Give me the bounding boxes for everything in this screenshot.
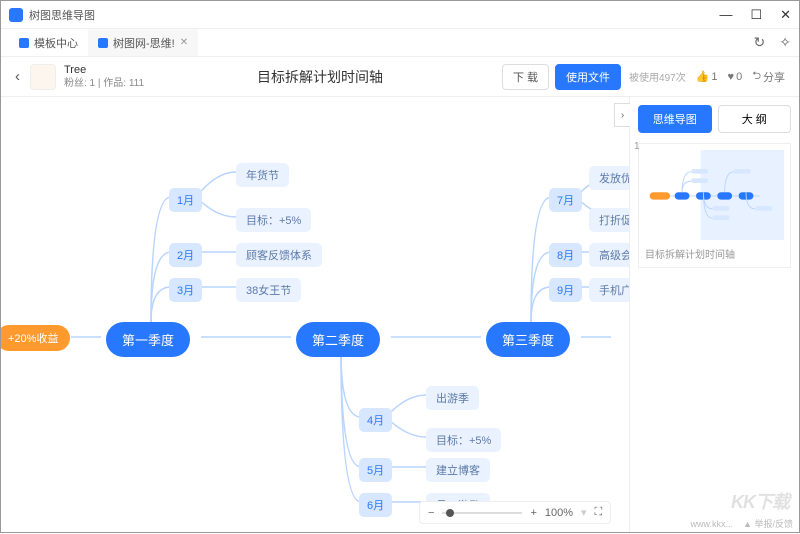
node-i5[interactable]: 建立博客 [426,458,490,482]
share-icon: ⮌ [752,67,761,86]
used-count: 被使用497次 [629,69,686,84]
thumbnail-image [645,150,784,240]
app-title: 树图思维导图 [29,7,95,23]
share-button[interactable]: ⮌分享 [752,67,785,86]
node-m3[interactable]: 3月 [169,278,202,302]
close-icon[interactable]: ✕ [780,7,791,23]
download-button[interactable]: 下 载 [502,64,549,90]
thumb-up-icon: 👍 [696,70,710,83]
avatar[interactable] [30,64,56,90]
minimize-icon[interactable]: — [719,7,732,23]
node-i3[interactable]: 38女王节 [236,278,301,302]
node-i1b[interactable]: 目标：+5% [236,208,311,232]
root-node[interactable]: +20%收益 [1,325,70,351]
thumbnail[interactable]: 目标拆解计划时间轴 [638,143,791,268]
node-m5[interactable]: 5月 [359,458,392,482]
maximize-icon[interactable]: ☐ [750,7,762,23]
node-m1[interactable]: 1月 [169,188,202,212]
zoom-percent: 100% [545,507,573,519]
node-i2[interactable]: 顾客反馈体系 [236,243,322,267]
node-q1[interactable]: 第一季度 [106,322,190,357]
tab-logo-icon [19,38,29,48]
tab-bar: 模板中心 树图网-思维! ✕ ↻ ✧ [1,29,799,57]
refresh-icon[interactable]: ↻ [754,34,766,51]
app-logo-icon [9,8,23,22]
thumbnail-caption: 目标拆解计划时间轴 [645,246,784,261]
node-i9[interactable]: 手机广告投放 [589,278,629,302]
side-panel: › 思维导图 大 纲 1 [629,97,799,532]
node-m9[interactable]: 9月 [549,278,582,302]
like-count: 1 [711,71,717,83]
works-count: 作品: 111 [103,78,144,89]
fans-count: 粉丝: 1 [64,78,95,89]
node-i4a[interactable]: 出游季 [426,386,479,410]
pin-icon[interactable]: ✧ [779,34,791,51]
node-i8[interactable]: 高级会员礼券 [589,243,629,267]
node-i4b[interactable]: 目标：+5% [426,428,501,452]
like-button[interactable]: 👍1 [696,70,718,83]
mindmap-canvas[interactable]: +20%收益 第一季度 第二季度 第三季度 1月 2月 3月 年货节 目标：+5… [1,97,629,532]
fav-count: 0 [736,71,742,83]
node-m4[interactable]: 4月 [359,408,392,432]
watermark: KK下载 [731,488,789,514]
footer-site: www.kkx... [691,519,734,529]
collapse-panel-icon[interactable]: › [614,103,630,127]
zoom-thumb-icon[interactable] [446,509,454,517]
node-i1a[interactable]: 年货节 [236,163,289,187]
node-q3[interactable]: 第三季度 [486,322,570,357]
report-label: 举报/反馈 [754,519,793,529]
node-m6[interactable]: 6月 [359,493,392,517]
tab-template-center[interactable]: 模板中心 [9,29,88,56]
tab-outline[interactable]: 大 纲 [718,105,792,133]
tab-mindmap[interactable]: 思维导图 [638,105,712,133]
zoom-control: − + 100% ▾ ⛶ [419,501,611,524]
thumbnail-number: 1 [634,141,640,152]
heart-icon: ♥ [728,71,735,83]
node-i7b[interactable]: 打折促销 [589,208,629,232]
node-m2[interactable]: 2月 [169,243,202,267]
favorite-button[interactable]: ♥0 [728,71,743,83]
back-icon[interactable]: ‹ [15,68,20,85]
tab-label: 树图网-思维! [113,35,175,51]
title-bar: 树图思维导图 — ☐ ✕ [1,1,799,29]
node-q2[interactable]: 第二季度 [296,322,380,357]
tab-document[interactable]: 树图网-思维! ✕ [88,29,198,56]
tab-logo-icon [98,38,108,48]
node-i7a[interactable]: 发放优惠券 [589,166,629,190]
document-header: ‹ Tree 粉丝: 1 | 作品: 111 目标拆解计划时间轴 下 载 使用文… [1,57,799,97]
tab-label: 模板中心 [34,35,78,51]
zoom-out-icon[interactable]: − [428,507,434,519]
zoom-slider[interactable] [442,512,522,514]
use-file-button[interactable]: 使用文件 [555,64,621,90]
fullscreen-icon[interactable]: ⛶ [595,506,603,519]
username: Tree [64,63,144,77]
page-title: 目标拆解计划时间轴 [144,67,496,87]
user-info: Tree 粉丝: 1 | 作品: 111 [64,63,144,90]
node-m7[interactable]: 7月 [549,188,582,212]
node-m8[interactable]: 8月 [549,243,582,267]
tab-close-icon[interactable]: ✕ [180,37,188,48]
report-link[interactable]: ▲ 举报/反馈 [743,517,793,530]
connector-lines [1,97,629,532]
share-label: 分享 [763,69,785,85]
zoom-in-icon[interactable]: + [530,507,536,519]
footer: www.kkx... ▲ 举报/反馈 [691,517,793,530]
